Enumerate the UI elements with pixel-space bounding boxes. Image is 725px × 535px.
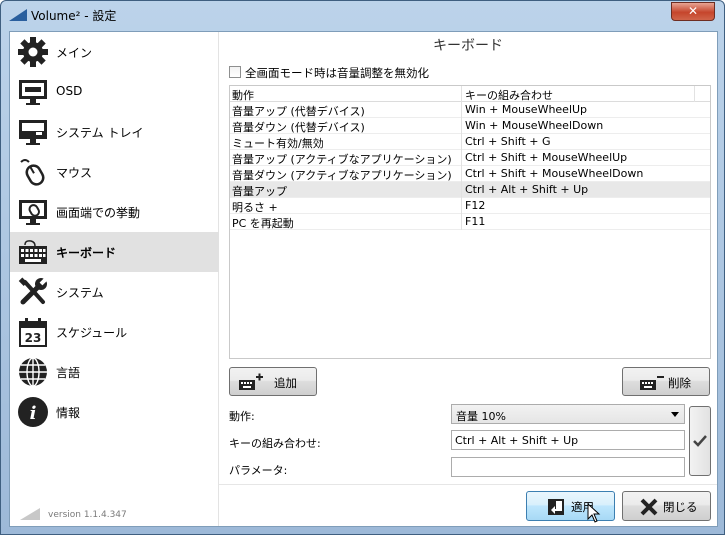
- cell-action: 音量ダウン (アクティブなアプリケーション): [232, 169, 452, 182]
- cell-keys: F12: [465, 199, 486, 212]
- sidebar-item-system-tray[interactable]: システム トレイ: [10, 112, 219, 152]
- keyboard-remove-icon: [640, 376, 664, 390]
- page-title: キーボード: [433, 38, 503, 54]
- keys-label: キーの組み合わせ:: [229, 437, 321, 450]
- sidebar-item-label: システム: [56, 286, 104, 300]
- cell-action: 音量アップ: [232, 185, 287, 198]
- delete-button[interactable]: 削除: [622, 367, 710, 396]
- cell-keys: F11: [465, 215, 486, 228]
- parameter-label: パラメータ:: [229, 464, 288, 477]
- info-icon: i: [18, 397, 48, 427]
- sidebar-item-system[interactable]: システム: [10, 272, 219, 312]
- sidebar-item-schedule[interactable]: 23 スケジュール: [10, 312, 219, 352]
- sidebar-item-language[interactable]: 言語: [10, 352, 219, 392]
- action-select[interactable]: 音量 10%: [451, 404, 685, 424]
- keyboard-settings-panel: キーボード 全画面モード時は音量調整を無効化 動作 キーの組み合わせ 音量アップ…: [219, 32, 717, 526]
- version-label: version 1.1.4.347: [48, 510, 127, 520]
- cell-action: PC を再起動: [232, 217, 294, 230]
- sidebar-item-info[interactable]: i 情報: [10, 392, 219, 432]
- add-button[interactable]: 追加: [229, 367, 317, 396]
- system-tray-icon: [19, 120, 47, 145]
- apply-button[interactable]: 適用: [526, 491, 615, 523]
- settings-window: Volume² - 設定 ✕ メイン OSD システム トレイ マウス 画面端で…: [0, 0, 725, 535]
- sidebar-item-label: 情報: [56, 406, 81, 420]
- table-row[interactable]: 明るさ + F12: [230, 198, 710, 214]
- column-header-keys[interactable]: キーの組み合わせ: [465, 87, 553, 103]
- cell-keys: Win + MouseWheelUp: [465, 103, 588, 116]
- sidebar-item-label: OSD: [56, 84, 83, 98]
- sidebar-item-label: マウス: [56, 166, 93, 180]
- chevron-down-icon[interactable]: [671, 412, 679, 417]
- calendar-day: 23: [25, 331, 42, 345]
- fullscreen-disable-checkbox[interactable]: [229, 66, 241, 78]
- close-button-label: 閉じる: [663, 500, 698, 514]
- sidebar-item-mouse[interactable]: マウス: [10, 152, 219, 192]
- table-row[interactable]: PC を再起動 F11: [230, 214, 710, 230]
- parameter-field[interactable]: [451, 457, 685, 477]
- table-row[interactable]: 音量アップ (アクティブなアプリケーション) Ctrl + Shift + Mo…: [230, 150, 710, 166]
- sidebar-item-screen-edge[interactable]: 画面端での挙動: [10, 192, 219, 232]
- key-combination-value: Ctrl + Alt + Shift + Up: [455, 434, 579, 447]
- table-row-selected[interactable]: 音量アップ Ctrl + Alt + Shift + Up: [230, 182, 710, 198]
- column-header-action[interactable]: 動作: [232, 87, 460, 103]
- hotkey-table[interactable]: 動作 キーの組み合わせ 音量アップ (代替デバイス) Win + MouseWh…: [229, 85, 711, 359]
- globe-icon: [19, 357, 47, 387]
- monitor-icon: [19, 80, 47, 105]
- gear-icon: [18, 37, 48, 67]
- close-button[interactable]: 閉じる: [622, 491, 711, 521]
- cell-keys: Win + MouseWheelDown: [465, 119, 604, 132]
- sidebar-item-label: スケジュール: [56, 326, 128, 340]
- sidebar-item-main[interactable]: メイン: [10, 32, 219, 72]
- cell-action: 明るさ +: [232, 201, 278, 214]
- window-close-button[interactable]: ✕: [671, 2, 715, 21]
- sidebar-item-label: システム トレイ: [56, 126, 144, 140]
- action-select-value: 音量 10%: [456, 410, 506, 423]
- sidebar-item-label: キーボード: [56, 246, 117, 260]
- volume-app-icon: [9, 9, 27, 21]
- cell-action: 音量ダウン (代替デバイス): [232, 121, 365, 134]
- close-x-icon: [640, 498, 658, 516]
- add-button-label: 追加: [274, 376, 297, 390]
- client-area: メイン OSD システム トレイ マウス 画面端での挙動 キーボード システム …: [9, 31, 718, 527]
- mouse-icon: [20, 159, 45, 186]
- sidebar: メイン OSD システム トレイ マウス 画面端での挙動 キーボード システム …: [10, 32, 219, 526]
- sidebar-item-label: 言語: [56, 366, 81, 380]
- cell-keys: Ctrl + Alt + Shift + Up: [465, 183, 589, 196]
- cell-keys: Ctrl + Shift + MouseWheelDown: [465, 167, 644, 180]
- sidebar-item-osd[interactable]: OSD: [10, 72, 219, 112]
- calendar-icon: 23: [19, 318, 47, 347]
- keyboard-icon: [19, 240, 47, 264]
- table-header: 動作 キーの組み合わせ: [230, 86, 710, 102]
- cell-keys: Ctrl + Shift + G: [465, 135, 551, 148]
- info-glyph: i: [30, 403, 37, 424]
- screen-edge-icon: [19, 200, 47, 225]
- action-label: 動作:: [229, 410, 255, 423]
- sidebar-item-label: メイン: [56, 46, 93, 60]
- key-combination-field[interactable]: Ctrl + Alt + Shift + Up: [451, 430, 685, 450]
- table-row[interactable]: 音量ダウン (代替デバイス) Win + MouseWheelDown: [230, 118, 710, 134]
- keyboard-add-icon: [239, 373, 263, 390]
- title-bar[interactable]: Volume² - 設定 ✕: [1, 1, 724, 31]
- table-row[interactable]: 音量アップ (代替デバイス) Win + MouseWheelUp: [230, 102, 710, 118]
- window-title: Volume² - 設定: [31, 9, 117, 23]
- fullscreen-disable-label: 全画面モード時は音量調整を無効化: [245, 66, 429, 80]
- confirm-edit-button[interactable]: [689, 406, 711, 476]
- checkmark-icon: [693, 435, 707, 447]
- apply-icon: [548, 499, 564, 515]
- cell-keys: Ctrl + Shift + MouseWheelUp: [465, 151, 628, 164]
- cell-action: ミュート有効/無効: [232, 137, 324, 150]
- volume-logo-icon: [20, 508, 40, 520]
- sidebar-item-label: 画面端での挙動: [56, 206, 141, 220]
- mouse-pointer-icon: [587, 503, 601, 523]
- sidebar-item-keyboard[interactable]: キーボード: [10, 232, 219, 272]
- delete-button-label: 削除: [668, 376, 691, 390]
- cell-action: 音量アップ (代替デバイス): [232, 105, 365, 118]
- table-row[interactable]: 音量ダウン (アクティブなアプリケーション) Ctrl + Shift + Mo…: [230, 166, 710, 182]
- tools-icon: [18, 277, 48, 305]
- table-row[interactable]: ミュート有効/無効 Ctrl + Shift + G: [230, 134, 710, 150]
- cell-action: 音量アップ (アクティブなアプリケーション): [232, 153, 452, 166]
